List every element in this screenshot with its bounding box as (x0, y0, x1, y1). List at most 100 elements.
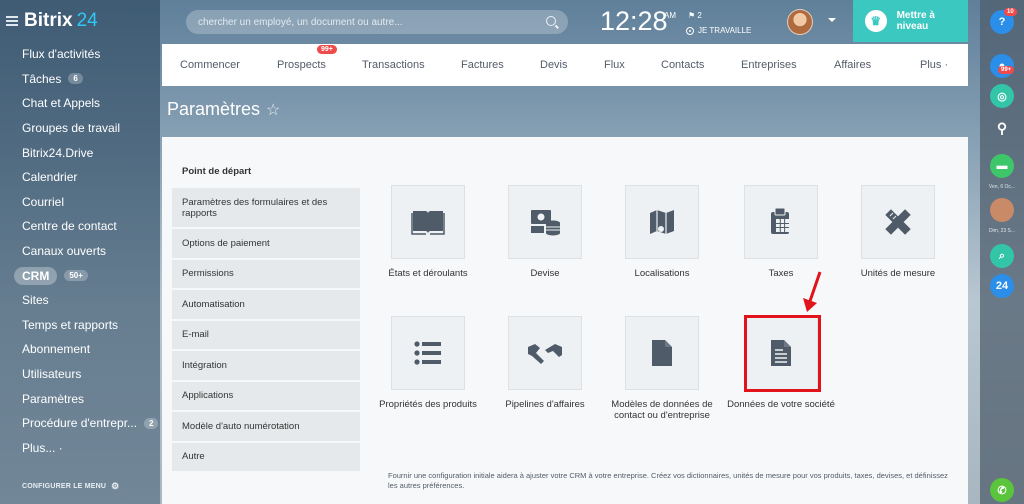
red-arrow-icon (803, 271, 822, 312)
sidebar-item-centre-contact[interactable]: Centre de contact (22, 214, 160, 239)
footer-note: Fournir une configuration initiale aider… (388, 471, 948, 490)
sidebar-item-courriel[interactable]: Courriel (22, 190, 160, 215)
tab-transactions[interactable]: Transactions (362, 59, 425, 71)
search-placeholder: chercher un employé, un document ou autr… (198, 16, 403, 28)
menu-item-integration[interactable]: Intégration (172, 351, 360, 380)
sidebar-item-plus[interactable]: Plus... · (22, 436, 160, 461)
tile-label: États et déroulants (388, 268, 468, 279)
phone-icon[interactable]: ✆ (990, 478, 1014, 502)
sidebar-item-flux[interactable]: Flux d'activités (22, 42, 160, 67)
tab-plus[interactable]: Plus · (920, 59, 948, 71)
sidebar-item-label: Procédure d'entrepr... (22, 416, 138, 431)
date-label: Dim, 23 S... (988, 228, 1016, 234)
menu-item-automatisation[interactable]: Automatisation (172, 290, 360, 319)
star-icon[interactable]: ☆ (266, 102, 280, 119)
search-icon[interactable] (546, 16, 556, 26)
tile-label: Modèles de données de contact ou d'entre… (611, 399, 713, 421)
tile-modeles[interactable] (625, 316, 699, 390)
upgrade-button[interactable]: ♛ Mettre à niveau (853, 0, 968, 42)
counter-badge: 6 (68, 73, 83, 85)
tile-pipelines[interactable] (508, 316, 582, 390)
configure-menu-label: CONFIGURER LE MENU (22, 483, 107, 490)
configure-menu-button[interactable]: CONFIGURER LE MENU ⚙ (22, 481, 119, 492)
highlight-box (744, 315, 821, 392)
sidebar-item-utilisateurs[interactable]: Utilisateurs (22, 362, 160, 387)
logo-row: Bitrix 24 (0, 0, 160, 42)
tab-flux[interactable]: Flux (604, 59, 625, 71)
status-dot-icon (686, 26, 694, 35)
book-icon (411, 211, 445, 235)
user-avatar[interactable] (787, 9, 813, 35)
tile-label: Données de votre société (727, 399, 835, 410)
open-channels-icon[interactable]: ◎ (990, 84, 1014, 108)
tab-affaires[interactable]: Affaires (834, 59, 871, 71)
sidebar-item-label: Flux d'activités (22, 47, 101, 62)
menu-item-point-depart[interactable]: Point de départ (172, 154, 360, 188)
search-icon[interactable]: ⚲ (990, 116, 1014, 140)
tile-localisations[interactable] (625, 185, 699, 259)
tab-commencer[interactable]: Commencer (180, 59, 240, 71)
menu-item-numerotation[interactable]: Modèle d'auto numérotation (172, 412, 360, 441)
clock-time[interactable]: 12:28 (600, 6, 668, 37)
calculator-icon (771, 207, 789, 234)
tile-proprietes[interactable] (391, 316, 465, 390)
search-chat-icon[interactable]: ⌕ (990, 244, 1014, 268)
tile-label: Localisations (634, 268, 690, 279)
sidebar-item-label: Chat et Appels (22, 96, 101, 111)
work-status-button[interactable]: JE TRAVAILLE (686, 26, 751, 35)
right-sidebar: ? 10 ● 99+ ◎ ⚲ ▬ Ven, 6 Oc... Dim, 23 S.… (980, 0, 1024, 504)
crown-icon: ♛ (865, 10, 887, 32)
logo-number[interactable]: 24 (77, 10, 98, 32)
sidebar-item-crm[interactable]: CRM 50+ (14, 263, 160, 288)
tab-label: Prospects (277, 59, 326, 71)
notifications-badge: 99+ (998, 66, 1015, 74)
page-title: Paramètres ☆ (167, 99, 280, 120)
tab-prospects[interactable]: Prospects 99+ (277, 45, 337, 71)
tab-devis[interactable]: Devis (540, 59, 568, 71)
sidebar-item-parametres[interactable]: Paramètres (22, 386, 160, 411)
menu-item-formulaires[interactable]: Paramètres des formulaires et des rappor… (172, 188, 360, 227)
tile-etats[interactable] (391, 185, 465, 259)
crm-navbar: Commencer Prospects 99+ Transactions Fac… (162, 44, 968, 86)
b24-icon[interactable]: 24 (990, 274, 1014, 298)
tile-label: Pipelines d'affaires (505, 399, 585, 410)
tile-unites[interactable] (861, 185, 935, 259)
date-label: Ven, 6 Oc... (988, 184, 1016, 190)
flag-counter[interactable]: ⚑ 2 (688, 11, 702, 20)
sidebar-item-calendrier[interactable]: Calendrier (22, 165, 160, 190)
coins-icon (531, 210, 560, 236)
settings-panel: Point de départ Paramètres des formulair… (162, 137, 968, 504)
settings-menu: Point de départ Paramètres des formulair… (172, 154, 360, 473)
tab-contacts[interactable]: Contacts (661, 59, 704, 71)
menu-item-autre[interactable]: Autre (172, 442, 360, 471)
chat-bubble-icon[interactable]: ▬ (990, 154, 1014, 178)
flag-count: 2 (697, 11, 702, 20)
sidebar-item-chat[interactable]: Chat et Appels (22, 91, 160, 116)
tab-factures[interactable]: Factures (461, 59, 504, 71)
tile-label: Unités de mesure (860, 268, 936, 279)
sidebar-item-groupes[interactable]: Groupes de travail (22, 116, 160, 141)
chevron-down-icon[interactable] (828, 18, 836, 22)
sidebar-item-label: Plus... · (22, 440, 63, 455)
upgrade-label: Mettre à niveau (896, 10, 935, 32)
menu-item-paiement[interactable]: Options de paiement (172, 229, 360, 258)
work-status-label: JE TRAVAILLE (698, 26, 752, 35)
sidebar-item-drive[interactable]: Bitrix24.Drive (22, 140, 160, 165)
tile-taxes[interactable] (744, 185, 818, 259)
search-input[interactable]: chercher un employé, un document ou autr… (186, 10, 568, 34)
menu-item-applications[interactable]: Applications (172, 381, 360, 410)
sidebar-item-label: Calendrier (22, 170, 78, 185)
sidebar-item-abonnement[interactable]: Abonnement (22, 337, 160, 362)
tile-devise[interactable] (508, 185, 582, 259)
sidebar-item-procedure[interactable]: Procédure d'entrepr... 2 (22, 411, 160, 436)
sidebar-item-taches[interactable]: Tâches 6 (22, 67, 160, 92)
contact-avatar[interactable] (990, 198, 1014, 222)
menu-item-email[interactable]: E-mail (172, 320, 360, 349)
hamburger-menu-icon[interactable] (6, 16, 18, 26)
tab-entreprises[interactable]: Entreprises (741, 59, 797, 71)
logo-text[interactable]: Bitrix (24, 10, 73, 32)
menu-item-permissions[interactable]: Permissions (172, 259, 360, 288)
sidebar-item-temps[interactable]: Temps et rapports (22, 313, 160, 338)
sidebar-item-sites[interactable]: Sites (22, 288, 160, 313)
sidebar-item-canaux[interactable]: Canaux ouverts (22, 239, 160, 264)
